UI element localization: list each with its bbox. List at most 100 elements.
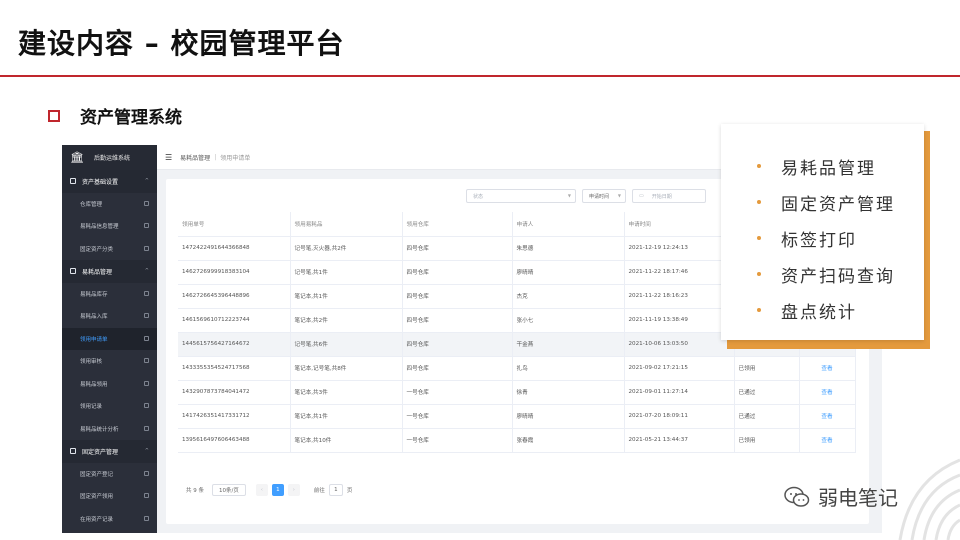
lock-icon [144,425,149,431]
sidebar-group[interactable]: 固定资产管理 ^ [62,440,157,463]
lock-icon [144,403,149,408]
feature-item: 标签打印 [757,220,924,256]
chevron-down-icon: ▼ [617,193,621,198]
sidebar-group[interactable]: 易耗品管理 ^ [62,260,157,283]
sidebar-item[interactable]: 仓库管理 [62,193,157,216]
bullet-dot-icon [757,164,761,168]
feature-label: 易耗品管理 [781,158,876,179]
table-row[interactable]: 1433355354524717568 笔记本,记号笔,共8件 四号仓库 扎鸟 2021… [178,356,856,381]
building-logo-icon: 🏛 [70,151,84,164]
breadcrumb-separator: | [214,153,217,161]
table-cell: 徐青 [512,380,625,405]
wechat-icon [784,486,810,507]
table-cell: 1461569610712223744 [178,308,291,333]
sidebar-item[interactable]: 固定资产分类 [62,238,157,261]
table-cell: 1395616497606463488 [178,428,291,453]
sidebar-item[interactable]: 固定资产领用 [62,485,157,508]
lock-icon [144,515,149,521]
sidebar-item[interactable]: 易耗品库存 [62,283,157,306]
sidebar-item[interactable]: 易耗品信息管理 [62,215,157,238]
start-date-picker[interactable]: ▭ 开始日期 [632,189,706,203]
chevron-up-icon: ^ [144,178,149,184]
view-link[interactable]: 查看 [799,404,856,429]
table-cell: 朱思德 [512,236,625,261]
bullet-dot-icon [757,308,761,312]
sidebar-item[interactable]: 领用记录 [62,395,157,418]
table-cell: 笔记本,共1件 [290,404,403,429]
table-cell: 四号仓库 [402,332,513,357]
sidebar-item[interactable]: 易耗品领用 [62,373,157,396]
table-cell: 1433355354524717568 [178,356,291,381]
next-page-button[interactable]: › [287,484,300,496]
feature-item: 盘点统计 [757,292,924,328]
feature-label: 资产扫码查询 [781,266,895,287]
sidebar-item[interactable]: 固定资产登记 [62,463,157,486]
table-cell: 2021-11-22 18:16:23 [624,284,735,309]
table-cell: 四号仓库 [402,308,513,333]
watermark: 弱电笔记 [784,482,898,511]
column-header: 申请人 [512,212,625,237]
table-cell: 笔记本,共3件 [290,380,403,405]
status-select[interactable]: 状态 ▼ [466,189,576,203]
goto-page-input[interactable]: 1 [328,484,343,496]
sidebar-item[interactable]: 易耗品入库 [62,305,157,328]
lock-icon [144,358,149,363]
sidebar-item[interactable]: 领用审核 [62,350,157,373]
table-cell: 四号仓库 [402,284,513,309]
sidebar-item[interactable]: 易耗品统计分析 [62,418,157,441]
view-link[interactable]: 查看 [799,428,856,453]
view-link[interactable]: 查看 [799,380,856,405]
table-cell: 四号仓库 [402,260,513,285]
view-link[interactable]: 查看 [799,356,856,381]
collapse-menu-icon[interactable]: ☰ [165,153,172,162]
table-cell: 一号仓库 [402,428,513,453]
lock-icon [144,335,149,341]
breadcrumb-item[interactable]: 易耗品管理 [180,153,210,162]
feature-item: 资产扫码查询 [757,256,924,292]
total-count: 共 9 条 [186,488,204,494]
table-cell: 1462726999918383104 [178,260,291,285]
page-1-button[interactable]: 1 [271,484,284,496]
table-cell: 1432907873784041472 [178,380,291,405]
table-row[interactable]: 1417426351417331712 笔记本,共1件 一号仓库 廖晴晴 2021-07… [178,404,856,429]
feature-callout: 易耗品管理 固定资产管理 标签打印 资产扫码查询 盘点统计 [721,124,924,340]
column-header: 领用单号 [178,212,291,237]
chevron-up-icon: ^ [144,268,149,274]
table-cell: 2021-09-02 17:21:15 [624,356,735,381]
table-cell: 已通过 [734,404,800,429]
table-cell: 四号仓库 [402,356,513,381]
brand-name: 后勤运维系统 [93,155,130,162]
table-cell: 2021-11-19 13:38:49 [624,308,735,333]
sidebar-item-label: 易耗品统计分析 [80,426,119,433]
table-cell: 1445615756427164672 [178,332,291,357]
prev-page-button[interactable]: ‹ [255,484,268,496]
goto-suffix: 页 [346,488,353,494]
time-type-select[interactable]: 申请时间 ▼ [582,189,626,203]
sidebar-group[interactable]: 资产基础设置 ^ [62,170,157,193]
title-divider [0,75,960,77]
feature-item: 易耗品管理 [757,148,924,184]
calendar-icon: ▭ [639,193,644,199]
sidebar-item-label: 领用记录 [80,404,103,411]
table-cell: 杰克 [512,284,625,309]
table-cell: 扎鸟 [512,356,625,381]
page-size-select[interactable]: 10条/页 [212,484,246,496]
table-cell: 记号笔,共1件 [290,260,403,285]
table-cell: 干金燕 [512,332,625,357]
table-row[interactable]: 1395616497606463488 笔记本,共10件 一号仓库 张春霞 2021-0… [178,428,856,453]
table-cell: 2021-12-19 12:24:13 [624,236,735,261]
status-placeholder: 状态 [473,193,484,200]
lock-icon [144,470,149,476]
breadcrumb-current: 领用申请单 [220,154,251,162]
feature-label: 盘点统计 [781,302,857,323]
pagination: 共 9 条 10条/页 ‹ 1 › 前往 1 页 [186,484,352,496]
sidebar-item[interactable]: 领用申请单 [62,327,157,350]
lock-icon [144,200,149,206]
feature-label: 固定资产管理 [781,194,895,215]
sidebar-item[interactable]: 在用资产记录 [62,508,157,531]
lock-icon [144,313,149,318]
sidebar-brand[interactable]: 🏛 后勤运维系统 [62,145,157,170]
sidebar-item-label: 领用审核 [80,359,103,366]
table-cell: 1462726645396448896 [178,284,291,309]
table-row[interactable]: 1432907873784041472 笔记本,共3件 一号仓库 徐青 2021-09-… [178,380,856,405]
